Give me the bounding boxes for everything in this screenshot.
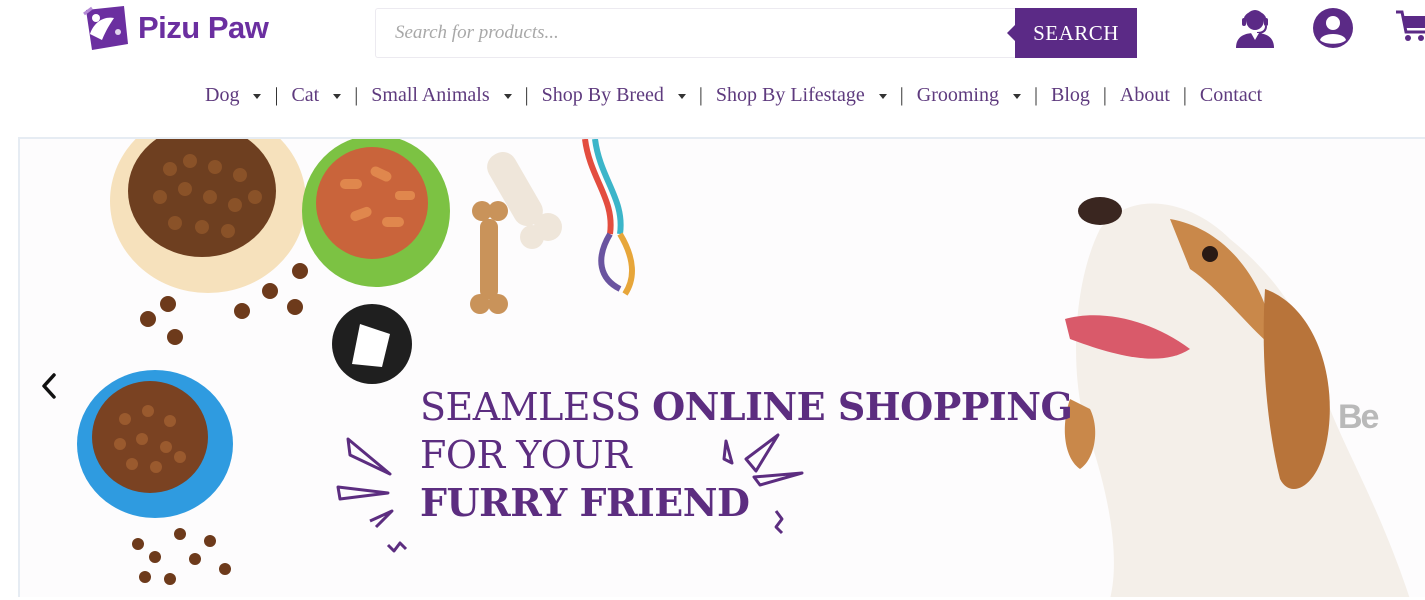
nav-item-label: Shop By Breed bbox=[541, 84, 664, 106]
caret-down-icon bbox=[1012, 94, 1021, 99]
search-bar: SEARCH bbox=[375, 8, 1137, 58]
account-icon[interactable] bbox=[1311, 6, 1355, 55]
nav-item-contact[interactable]: Contact bbox=[1200, 84, 1262, 107]
nav-separator: | bbox=[274, 84, 279, 106]
main-nav: Dog | Cat | Small Animals | Shop By Bree… bbox=[205, 84, 1262, 107]
nav-item-label: About bbox=[1119, 84, 1170, 106]
hero-line-1-bold: ONLINE SHOPPING bbox=[652, 384, 1073, 429]
caret-down-icon bbox=[878, 94, 887, 99]
customer-support-icon[interactable] bbox=[1233, 6, 1277, 55]
hero-line-1: SEAMLESS ONLINE SHOPPING bbox=[420, 383, 1073, 431]
nav-item-label: Blog bbox=[1050, 84, 1090, 106]
nav-item-shop-by-lifestage[interactable]: Shop By Lifestage bbox=[716, 84, 887, 107]
nav-separator: | bbox=[1182, 84, 1187, 106]
carousel-prev-button[interactable] bbox=[38, 371, 60, 401]
caret-down-icon bbox=[677, 94, 686, 99]
caret-down-icon bbox=[503, 94, 512, 99]
nav-separator: | bbox=[524, 84, 529, 106]
nav-item-label: Contact bbox=[1199, 84, 1263, 106]
nav-separator: | bbox=[1033, 84, 1038, 106]
nav-separator: | bbox=[354, 84, 359, 106]
nav-separator: | bbox=[1102, 84, 1107, 106]
nav-item-cat[interactable]: Cat bbox=[291, 84, 342, 107]
hero-line-1-light: SEAMLESS bbox=[420, 385, 653, 429]
caret-down-icon bbox=[253, 94, 262, 99]
caret-down-icon bbox=[333, 94, 342, 99]
nav-separator: | bbox=[698, 84, 703, 106]
cart-icon[interactable] bbox=[1394, 6, 1425, 51]
pet-food-illustration bbox=[77, 139, 1410, 597]
search-input[interactable] bbox=[375, 8, 1015, 58]
chevron-left-icon bbox=[42, 373, 56, 399]
hero-line-3: FURRY FRIEND bbox=[420, 480, 750, 525]
brand-logo[interactable]: Pizu Paw bbox=[80, 4, 269, 52]
nav-item-label: Grooming bbox=[916, 84, 999, 106]
nav-separator: | bbox=[899, 84, 904, 106]
nav-item-about[interactable]: About bbox=[1120, 84, 1170, 107]
hero-headline: SEAMLESS ONLINE SHOPPING FOR YOUR FURRY … bbox=[420, 383, 1073, 527]
nav-item-shop-by-breed[interactable]: Shop By Breed bbox=[542, 84, 686, 107]
nav-item-label: Cat bbox=[291, 84, 320, 106]
search-button[interactable]: SEARCH bbox=[1007, 8, 1137, 58]
nav-item-grooming[interactable]: Grooming bbox=[917, 84, 1021, 107]
nav-item-blog[interactable]: Blog bbox=[1051, 84, 1090, 107]
behance-watermark: Be bbox=[1338, 398, 1379, 436]
nav-item-label: Shop By Lifestage bbox=[715, 84, 865, 106]
hero-line-2: FOR YOUR bbox=[420, 433, 632, 477]
paw-tag-icon bbox=[83, 6, 128, 50]
nav-item-dog[interactable]: Dog bbox=[205, 84, 262, 107]
brand-name: Pizu Paw bbox=[138, 10, 269, 45]
nav-item-label: Small Animals bbox=[371, 84, 490, 106]
nav-item-small-animals[interactable]: Small Animals bbox=[371, 84, 512, 107]
nav-item-label: Dog bbox=[205, 84, 240, 106]
hero-banner[interactable]: SEAMLESS ONLINE SHOPPING FOR YOUR FURRY … bbox=[18, 137, 1425, 597]
